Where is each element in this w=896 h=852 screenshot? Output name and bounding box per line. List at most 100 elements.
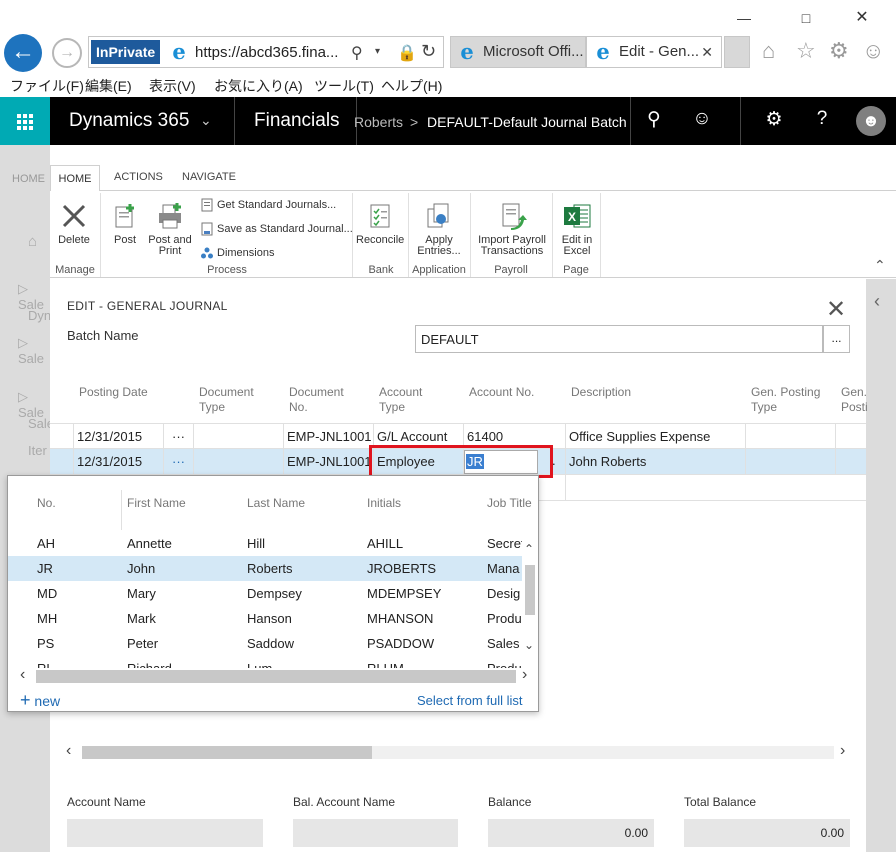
- scroll-left-icon[interactable]: ‹: [66, 742, 71, 760]
- lookup-row[interactable]: MD Mary Dempsey MDEMPSEY Desig: [8, 581, 522, 606]
- row-menu-ellipsis-icon[interactable]: ···: [163, 424, 193, 450]
- scroll-right-icon[interactable]: ›: [840, 742, 845, 760]
- col-account-type[interactable]: Account Type: [379, 385, 422, 415]
- col-gen-posting-type[interactable]: Gen. Posting Type: [751, 385, 820, 415]
- cell-document-no[interactable]: EMP-JNL1001: [283, 424, 373, 450]
- scroll-right-icon[interactable]: ›: [522, 666, 527, 684]
- favorites-star-icon[interactable]: ☆: [796, 38, 816, 64]
- chevron-left-icon[interactable]: ‹: [874, 291, 880, 312]
- lookup-row-selected[interactable]: JR John Roberts JROBERTS Mana: [8, 556, 522, 581]
- smiley-feedback-icon[interactable]: ☺: [688, 108, 716, 130]
- cell-gen-posting-type[interactable]: [745, 449, 835, 475]
- lookup-new-button[interactable]: + new: [20, 690, 60, 711]
- smiley-feedback-icon[interactable]: ☺: [862, 38, 884, 64]
- menu-file[interactable]: ファイル(F): [10, 76, 84, 96]
- help-question-icon[interactable]: ?: [808, 108, 836, 130]
- lookup-col-first-name[interactable]: First Name: [127, 496, 186, 510]
- window-close-icon[interactable]: ✕: [852, 10, 872, 26]
- apply-entries-button[interactable]: Apply Entries...: [414, 201, 464, 257]
- lookup-row[interactable]: PS Peter Saddow PSADDOW Sales: [8, 631, 522, 656]
- cell-gen-posting-2[interactable]: [835, 449, 866, 475]
- minimize-icon[interactable]: —: [734, 10, 754, 26]
- batch-name-lookup-button[interactable]: ...: [823, 325, 850, 353]
- app-name[interactable]: Dynamics 365: [69, 110, 189, 132]
- select-from-full-list-link[interactable]: Select from full list: [417, 693, 522, 708]
- dropdown-arrow-icon[interactable]: ▾: [375, 46, 380, 57]
- post-and-print-button[interactable]: Post and Print: [146, 201, 194, 257]
- col-account-no[interactable]: Account No.: [469, 385, 534, 400]
- close-icon[interactable]: ✕: [826, 295, 846, 324]
- col-description[interactable]: Description: [571, 385, 631, 400]
- search-icon[interactable]: ⚲: [640, 108, 668, 131]
- tab-close-icon[interactable]: ✕: [701, 37, 713, 67]
- reconcile-button[interactable]: Reconcile: [356, 201, 404, 246]
- row-menu-ellipsis-icon[interactable]: ···: [163, 449, 193, 475]
- import-payroll-transactions-button[interactable]: Import Payroll Transactions: [474, 201, 550, 257]
- menu-edit[interactable]: 編集(E): [85, 76, 132, 96]
- search-icon[interactable]: ⚲: [351, 43, 363, 63]
- lookup-row[interactable]: MH Mark Hanson MHANSON Produ: [8, 606, 522, 631]
- col-posting-date[interactable]: Posting Date: [79, 385, 148, 400]
- batch-name-input[interactable]: DEFAULT: [415, 325, 823, 353]
- user-avatar-icon[interactable]: ☻: [856, 106, 886, 136]
- lookup-row-partial[interactable]: RL Richard Lum RLUM Produ: [8, 656, 522, 668]
- cell-description[interactable]: Office Supplies Expense: [565, 424, 745, 450]
- ribbon-tab-home[interactable]: HOME: [50, 165, 100, 192]
- module-name[interactable]: Financials: [254, 110, 340, 132]
- lookup-col-last-name[interactable]: Last Name: [247, 496, 305, 510]
- scroll-down-icon[interactable]: ⌄: [524, 638, 534, 652]
- back-arrow-icon[interactable]: ←: [4, 34, 42, 72]
- chevron-down-icon[interactable]: ⌄: [200, 112, 212, 129]
- app-launcher-waffle-icon[interactable]: [0, 97, 50, 145]
- scroll-thumb[interactable]: [525, 565, 535, 615]
- menu-tools[interactable]: ツール(T): [314, 76, 374, 96]
- post-button[interactable]: Post: [108, 201, 142, 246]
- cell-gen-posting-type[interactable]: [745, 424, 835, 450]
- col-gen-posting-2[interactable]: Gen. Posti: [841, 385, 868, 415]
- ribbon-collapse-chevron-up-icon[interactable]: ⌃: [874, 257, 886, 274]
- maximize-icon[interactable]: □: [796, 10, 816, 26]
- menu-favorites[interactable]: お気に入り(A): [214, 76, 303, 96]
- cell-posting-date[interactable]: 12/31/2015: [73, 449, 163, 475]
- lock-icon[interactable]: 🔒: [397, 43, 417, 63]
- ribbon-tab-navigate[interactable]: NAVIGATE: [182, 171, 236, 183]
- col-document-type[interactable]: Document Type: [199, 385, 254, 415]
- save-as-standard-journal-button[interactable]: Save as Standard Journal...: [200, 222, 353, 236]
- forward-arrow-icon[interactable]: →: [52, 38, 82, 68]
- ribbon-tab-actions[interactable]: ACTIONS: [114, 171, 163, 183]
- lookup-col-job-title[interactable]: Job Title: [487, 496, 532, 510]
- scroll-up-icon[interactable]: ⌃: [524, 542, 534, 556]
- gear-icon[interactable]: ⚙: [829, 38, 849, 64]
- scroll-thumb[interactable]: [36, 670, 516, 683]
- cell-gen-posting-2[interactable]: [835, 424, 866, 450]
- scroll-thumb[interactable]: [82, 746, 372, 759]
- cell-document-type[interactable]: [193, 449, 283, 475]
- edit-in-excel-button[interactable]: X Edit in Excel: [556, 201, 598, 257]
- col-document-no[interactable]: Document No.: [289, 385, 344, 415]
- breadcrumb-previous[interactable]: Roberts: [354, 114, 403, 130]
- lookup-horizontal-scrollbar[interactable]: ‹ ›: [16, 666, 532, 685]
- menu-help[interactable]: ヘルプ(H): [381, 76, 442, 96]
- dimensions-button[interactable]: Dimensions: [200, 246, 274, 260]
- home-icon[interactable]: ⌂: [762, 38, 775, 64]
- cell-posting-date[interactable]: 12/31/2015: [73, 424, 163, 450]
- get-standard-journals-button[interactable]: Get Standard Journals...: [200, 198, 336, 212]
- refresh-icon[interactable]: ↻: [421, 41, 436, 62]
- address-bar[interactable]: InPrivate e https://abcd365.fina... ⚲ ▾ …: [88, 36, 444, 68]
- cell-document-type[interactable]: [193, 424, 283, 450]
- cell-description[interactable]: John Roberts: [565, 449, 745, 475]
- scroll-left-icon[interactable]: ‹: [20, 666, 25, 684]
- lookup-col-no[interactable]: No.: [37, 496, 56, 510]
- delete-button[interactable]: Delete: [54, 201, 94, 246]
- lookup-vertical-scrollbar[interactable]: ⌃ ⌄: [522, 542, 538, 658]
- lookup-row[interactable]: AH Annette Hill AHILL Secret: [8, 531, 522, 556]
- new-tab-button[interactable]: [724, 36, 750, 68]
- settings-gear-icon[interactable]: ⚙: [760, 108, 788, 131]
- browser-tab-microsoft-office[interactable]: e Microsoft Offi...: [450, 36, 586, 68]
- grid-horizontal-scrollbar[interactable]: ‹ ›: [64, 742, 854, 761]
- lookup-col-initials[interactable]: Initials: [367, 496, 401, 510]
- cell-document-no[interactable]: EMP-JNL1001: [283, 449, 373, 475]
- menu-view[interactable]: 表示(V): [149, 76, 196, 96]
- browser-tab-edit-general-journal[interactable]: e Edit - Gen... ✕: [586, 36, 722, 68]
- url-text[interactable]: https://abcd365.fina...: [195, 44, 338, 61]
